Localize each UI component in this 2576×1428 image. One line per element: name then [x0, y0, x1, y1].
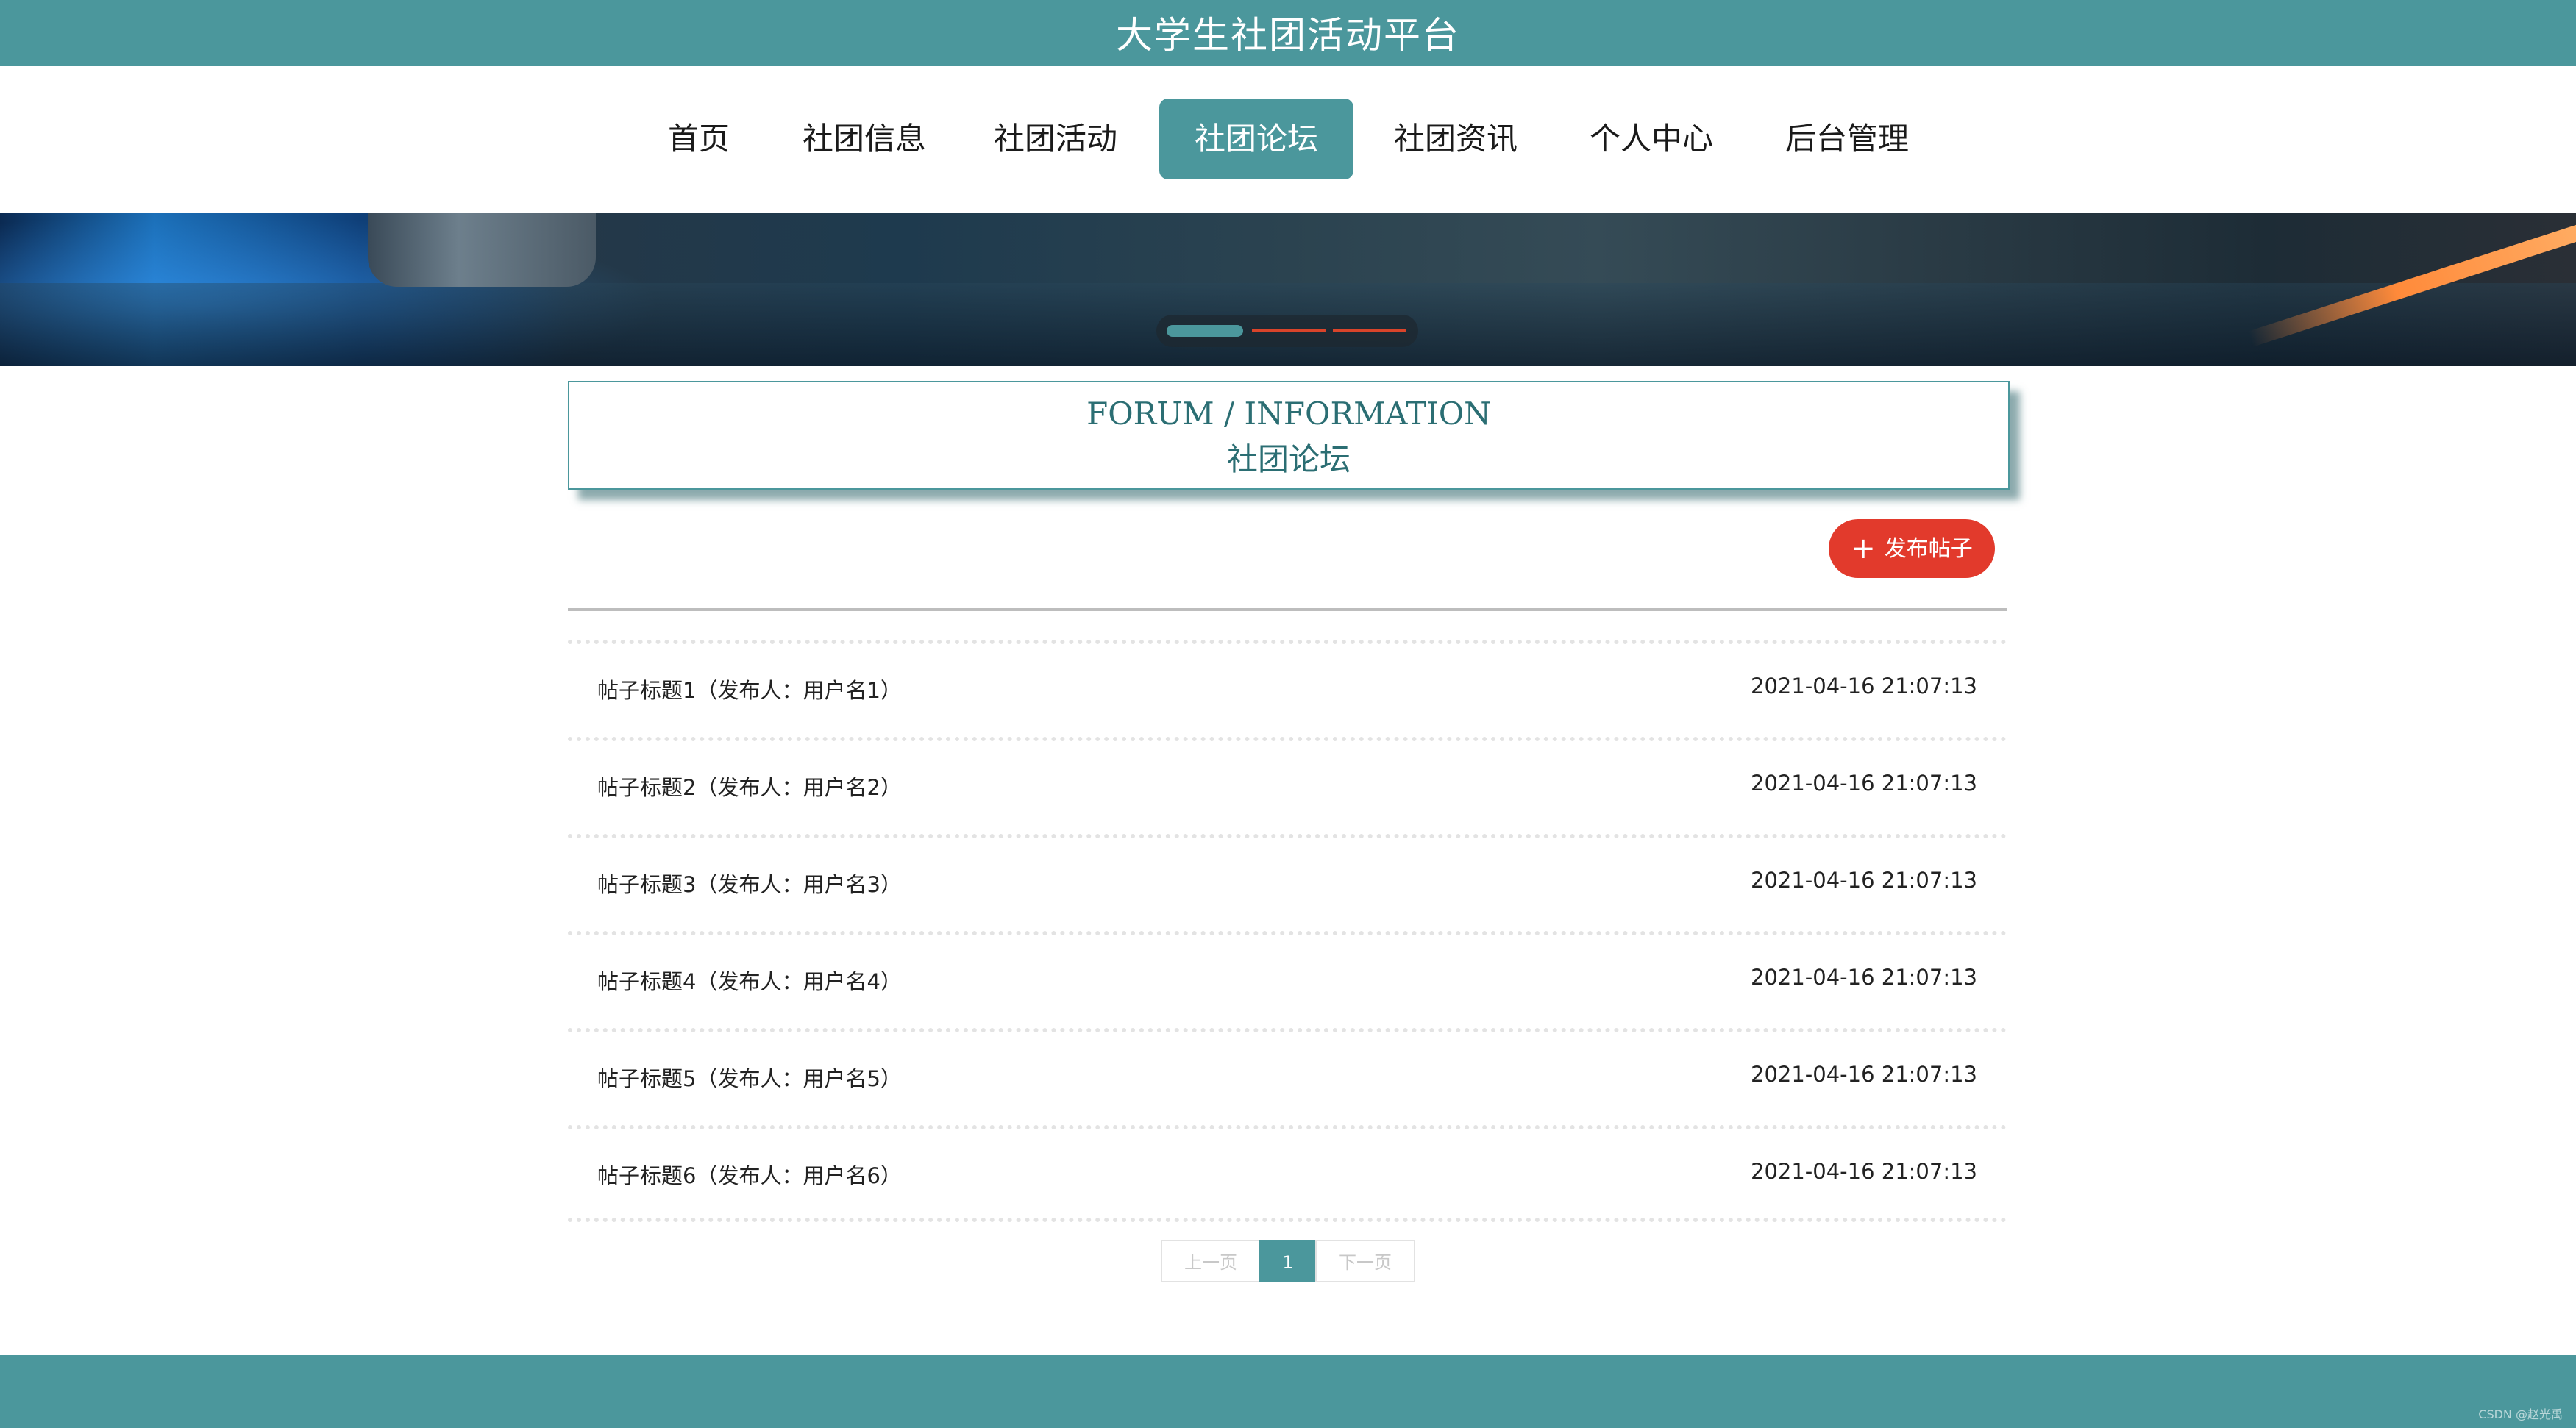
- carousel-dot-3[interactable]: [1333, 329, 1406, 332]
- nav-club-forum[interactable]: 社团论坛: [1159, 99, 1353, 179]
- nav-admin[interactable]: 后台管理: [1777, 99, 1917, 179]
- publish-post-button[interactable]: + 发布帖子: [1829, 519, 1995, 578]
- nav-personal-center[interactable]: 个人中心: [1581, 99, 1721, 179]
- top-bar: 大学生社团活动平台: [0, 0, 2576, 66]
- plus-icon: +: [1851, 532, 1876, 565]
- post-title[interactable]: 帖子标题2（发布人：用户名2）: [597, 771, 902, 802]
- post-title[interactable]: 帖子标题3（发布人：用户名3）: [597, 868, 902, 899]
- nav-club-info[interactable]: 社团信息: [794, 99, 934, 179]
- carousel-indicators: [1156, 315, 1418, 347]
- post-title[interactable]: 帖子标题5（发布人：用户名5）: [597, 1062, 902, 1093]
- watermark: CSDN @赵光禹: [2478, 1407, 2563, 1421]
- section-title-en: FORUM / INFORMATION: [1086, 396, 1491, 432]
- nav-home[interactable]: 首页: [647, 99, 750, 179]
- post-date: 2021-04-16 21:07:13: [1751, 674, 1977, 699]
- list-item[interactable]: 帖子标题4（发布人：用户名4） 2021-04-16 21:07:13: [568, 931, 2007, 1028]
- post-date: 2021-04-16 21:07:13: [1751, 1062, 1977, 1087]
- post-title[interactable]: 帖子标题6（发布人：用户名6）: [597, 1159, 902, 1190]
- nav-club-news[interactable]: 社团资讯: [1386, 99, 1526, 179]
- list-item[interactable]: 帖子标题3（发布人：用户名3） 2021-04-16 21:07:13: [568, 834, 2007, 931]
- publish-post-label: 发布帖子: [1884, 536, 1973, 562]
- post-list: 帖子标题1（发布人：用户名1） 2021-04-16 21:07:13 帖子标题…: [568, 640, 2007, 1222]
- post-title[interactable]: 帖子标题4（发布人：用户名4）: [597, 965, 902, 996]
- post-date: 2021-04-16 21:07:13: [1751, 1159, 1977, 1184]
- current-page[interactable]: 1: [1259, 1240, 1317, 1282]
- carousel-dot-2[interactable]: [1252, 329, 1326, 332]
- section-header: FORUM / INFORMATION 社团论坛: [568, 381, 2010, 490]
- footer: CSDN @赵光禹: [0, 1355, 2576, 1428]
- main-nav: 首页 社团信息 社团活动 社团论坛 社团资讯 个人中心 后台管理: [0, 66, 2576, 213]
- list-item[interactable]: 帖子标题1（发布人：用户名1） 2021-04-16 21:07:13: [568, 640, 2007, 737]
- next-page-button[interactable]: 下一页: [1315, 1240, 1415, 1282]
- prev-page-button[interactable]: 上一页: [1161, 1240, 1261, 1282]
- post-date: 2021-04-16 21:07:13: [1751, 965, 1977, 990]
- list-item[interactable]: 帖子标题5（发布人：用户名5） 2021-04-16 21:07:13: [568, 1028, 2007, 1125]
- banner-carousel[interactable]: [0, 213, 2576, 366]
- carousel-dot-1[interactable]: [1167, 325, 1243, 337]
- post-date: 2021-04-16 21:07:13: [1751, 868, 1977, 893]
- list-item[interactable]: 帖子标题6（发布人：用户名6） 2021-04-16 21:07:13: [568, 1125, 2007, 1222]
- site-title: 大学生社团活动平台: [1116, 14, 1460, 57]
- section-title-cn: 社团论坛: [1226, 441, 1351, 477]
- post-date: 2021-04-16 21:07:13: [1751, 771, 1977, 796]
- post-title[interactable]: 帖子标题1（发布人：用户名1）: [597, 674, 902, 704]
- nav-club-activities[interactable]: 社团活动: [986, 99, 1125, 179]
- divider: [568, 608, 2007, 611]
- list-item[interactable]: 帖子标题2（发布人：用户名2） 2021-04-16 21:07:13: [568, 737, 2007, 834]
